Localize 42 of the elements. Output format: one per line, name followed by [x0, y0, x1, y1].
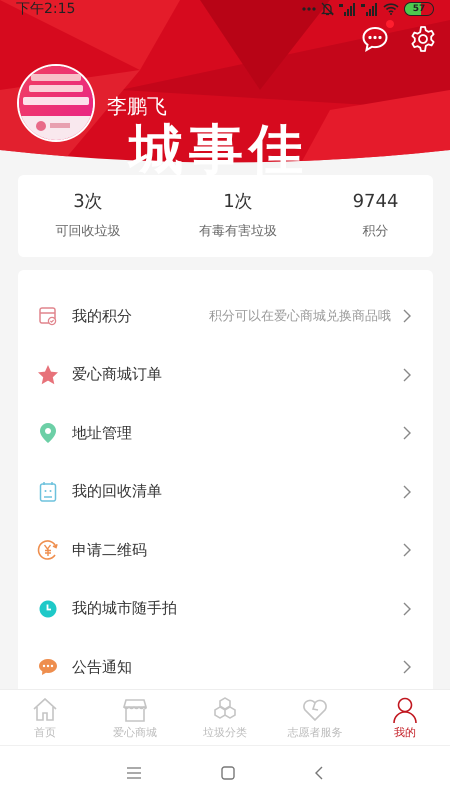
clock-icon	[39, 600, 57, 618]
chevron-right-icon[interactable]	[403, 484, 411, 499]
stat-label: 积分	[362, 224, 388, 240]
person-icon	[391, 696, 419, 724]
message-icon[interactable]	[360, 24, 390, 54]
chevron-right-icon[interactable]	[403, 602, 411, 616]
menu-item[interactable]: 申请二维码	[72, 540, 403, 560]
chevron-right-icon[interactable]	[403, 660, 411, 674]
menu-item[interactable]: 我的城市随手拍	[72, 599, 403, 618]
home-icon	[31, 696, 59, 724]
star-icon	[37, 364, 59, 386]
status-time: 下午2:15	[16, 0, 76, 18]
stat-value: 3次	[73, 192, 103, 212]
stat-value: 1次	[223, 192, 253, 212]
chevron-right-icon[interactable]	[403, 426, 411, 440]
back-icon[interactable]	[315, 766, 323, 780]
chevron-right-icon[interactable]	[403, 309, 411, 324]
menu-item[interactable]: 公告通知	[72, 658, 403, 677]
chevron-right-icon[interactable]	[403, 543, 411, 558]
home-square-icon[interactable]	[221, 766, 235, 780]
signal-icon	[361, 2, 378, 16]
menu-icon[interactable]	[127, 767, 141, 779]
location-pin-icon	[39, 422, 57, 444]
signal-icon	[339, 2, 356, 16]
chevron-right-icon[interactable]	[403, 368, 411, 382]
user-name: 李鹏飞	[107, 94, 168, 118]
more-dots-icon	[302, 7, 316, 11]
yuan-refresh-icon	[37, 539, 59, 562]
menu-item[interactable]: 我的回收清单	[72, 482, 403, 502]
menu-item[interactable]: 爱心商城订单	[72, 365, 403, 384]
tab[interactable]: 我的	[360, 690, 450, 745]
calendar-check-icon	[38, 306, 58, 326]
menu-item[interactable]: 地址管理	[72, 424, 403, 443]
stat-value: 9744	[352, 192, 398, 212]
chat-bubble-icon	[38, 658, 58, 676]
stat-label: 可回收垃圾	[56, 224, 120, 240]
bell-off-icon	[321, 2, 334, 16]
list-face-icon	[39, 480, 57, 503]
menu-hint: 积分可以在爱心商城兑换商品哦	[209, 308, 391, 326]
wifi-icon	[383, 3, 399, 15]
menu-item[interactable]: 我的积分	[72, 306, 209, 326]
stat-label: 有毒有害垃圾	[199, 224, 277, 240]
